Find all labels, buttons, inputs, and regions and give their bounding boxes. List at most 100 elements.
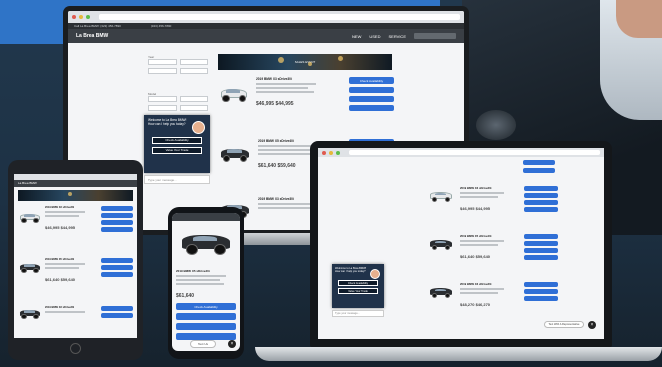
vehicle-title[interactable]: 2019 BMW X5 xDrive40i: [460, 234, 516, 238]
filter-option[interactable]: [148, 96, 177, 102]
nav-service[interactable]: SERVICE: [389, 34, 407, 39]
car-photo[interactable]: [428, 236, 454, 251]
chat-input[interactable]: Type your message...: [144, 175, 210, 184]
dealer-logo[interactable]: La Brea BMW: [76, 33, 108, 39]
promo-banner[interactable]: SALES EVENT: [218, 54, 392, 70]
filter-option[interactable]: [179, 68, 208, 74]
chat-check-availability-button[interactable]: Check Availability: [338, 280, 378, 287]
car-photo[interactable]: [18, 306, 42, 320]
vehicle-price: $46,995 $44,995: [460, 206, 491, 211]
check-availability-button[interactable]: [524, 186, 558, 191]
filter-option[interactable]: [148, 105, 177, 111]
nav-new[interactable]: NEW: [352, 34, 361, 39]
address-bar[interactable]: [349, 150, 600, 155]
filter-option[interactable]: [179, 59, 208, 65]
action-button[interactable]: [349, 96, 394, 102]
filter-option[interactable]: [148, 59, 177, 65]
car-photo[interactable]: [428, 284, 454, 299]
check-availability-button[interactable]: [524, 234, 558, 239]
chat-value-trade-button[interactable]: Value Your Trade: [152, 146, 202, 154]
minimize-window-icon[interactable]: [329, 150, 333, 155]
check-availability-button[interactable]: [524, 282, 558, 287]
action-button[interactable]: [523, 160, 555, 165]
laptop-vehicle-card: 2019 BMW X3 sDrive30i $46,995 $44,995: [428, 186, 558, 230]
nav-used[interactable]: USED: [369, 34, 380, 39]
action-button[interactable]: [523, 168, 555, 173]
minimize-window-icon[interactable]: [79, 15, 83, 19]
tablet-vehicle-card: 2019 BMW X3 xDrive30i: [18, 306, 133, 336]
phone-site-nav: [172, 213, 240, 221]
check-availability-button[interactable]: Check Availability: [349, 77, 394, 84]
vehicle-title[interactable]: 2019 BMW X3 sDrive30i: [460, 186, 516, 190]
tablet-screen: La Brea BMW 2019 BMW X3 sDrive30i $46,99…: [14, 174, 137, 338]
tablet-vehicle-card: 2019 BMW X3 sDrive30i $46,995 $44,995: [18, 206, 133, 252]
vehicle-title[interactable]: 2019 BMW X5 xDrive40i: [176, 269, 236, 273]
action-button[interactable]: [524, 255, 558, 260]
action-button[interactable]: [349, 105, 394, 111]
vehicle-title[interactable]: 2019 BMW X3 sDrive30i: [256, 77, 336, 81]
car-photo[interactable]: [218, 83, 250, 103]
vehicle-actions: [101, 206, 133, 232]
car-photo[interactable]: [428, 188, 454, 203]
vehicle-price: $46,995 $44,995: [256, 101, 294, 107]
car-photo[interactable]: [18, 260, 42, 274]
tablet-brand[interactable]: La Brea BMW: [18, 181, 37, 185]
topbar-phone[interactable]: (323) 456-7890: [151, 24, 172, 28]
action-button[interactable]: [176, 313, 236, 320]
address-bar[interactable]: [99, 14, 460, 20]
topbar-text: Call La Brea BMW: (323) 456-7890: [74, 24, 121, 28]
text-representative-button[interactable]: Text With A Representative: [544, 321, 584, 328]
check-availability-button[interactable]: [101, 258, 133, 263]
action-button[interactable]: [524, 248, 558, 253]
action-button[interactable]: [101, 213, 133, 218]
filter-option[interactable]: [148, 68, 177, 74]
text-us-button[interactable]: Text Us: [190, 340, 216, 348]
action-button[interactable]: [524, 207, 558, 212]
filter-option[interactable]: [179, 96, 208, 102]
maximize-window-icon[interactable]: [86, 15, 90, 19]
filter-option[interactable]: [179, 105, 208, 111]
action-button[interactable]: [524, 289, 558, 294]
vehicle-info: 2019 BMW X3 sDrive30i $46,995 $44,995: [256, 77, 336, 107]
vehicle-info: 2019 BMW X5 xDrive40i $61,640 $59,640: [460, 234, 516, 259]
vehicle-info: 2019 BMW X3 xDrive30i: [45, 306, 97, 313]
action-button[interactable]: [524, 241, 558, 246]
action-button[interactable]: [524, 193, 558, 198]
check-availability-button[interactable]: [101, 206, 133, 211]
car-photo[interactable]: [218, 143, 252, 163]
vehicle-title[interactable]: 2019 BMW X3 xDrive30i: [45, 306, 97, 309]
site-navigation: La Brea BMW NEW USED SERVICE: [68, 29, 464, 43]
close-icon[interactable]: ×: [228, 340, 236, 348]
laptop-chat-widget: Welcome to La Brea BMW! How can I help y…: [332, 264, 384, 308]
check-availability-button[interactable]: [101, 306, 133, 311]
chat-value-trade-button[interactable]: Value Your Trade: [338, 288, 378, 295]
action-button[interactable]: [101, 220, 133, 225]
action-button[interactable]: [101, 313, 133, 318]
action-button[interactable]: [176, 333, 236, 340]
action-button[interactable]: [101, 227, 133, 232]
site-search-input[interactable]: [414, 33, 456, 39]
close-window-icon[interactable]: [72, 15, 76, 19]
car-photo[interactable]: [18, 210, 42, 224]
action-button[interactable]: [176, 323, 236, 330]
filter-sidebar: Year Model: [148, 55, 208, 111]
action-button[interactable]: [524, 296, 558, 301]
action-button[interactable]: [101, 272, 133, 277]
vehicle-title[interactable]: 2019 BMW X3 sDrive30i: [45, 206, 97, 209]
action-button[interactable]: [524, 200, 558, 205]
laptop-vehicle-card: 2019 BMW X5 xDrive40i $61,640 $59,640: [428, 234, 558, 278]
vehicle-title[interactable]: 2019 BMW X3 xDrive30i: [460, 282, 516, 286]
close-window-icon[interactable]: [322, 150, 326, 155]
tablet-promo-banner[interactable]: [18, 190, 133, 201]
laptop-top-actions: [523, 160, 555, 173]
chat-check-availability-button[interactable]: Check Availability: [152, 136, 202, 144]
chat-input[interactable]: Type your message...: [332, 310, 384, 317]
tablet-home-button[interactable]: [70, 343, 81, 354]
action-button[interactable]: [349, 87, 394, 93]
maximize-window-icon[interactable]: [336, 150, 340, 155]
action-button[interactable]: [101, 265, 133, 270]
check-availability-button[interactable]: Check Availability: [176, 303, 236, 310]
vehicle-title[interactable]: 2019 BMW X5 xDrive40i: [45, 258, 97, 261]
car-photo[interactable]: [178, 227, 234, 257]
close-icon[interactable]: ×: [588, 321, 596, 329]
